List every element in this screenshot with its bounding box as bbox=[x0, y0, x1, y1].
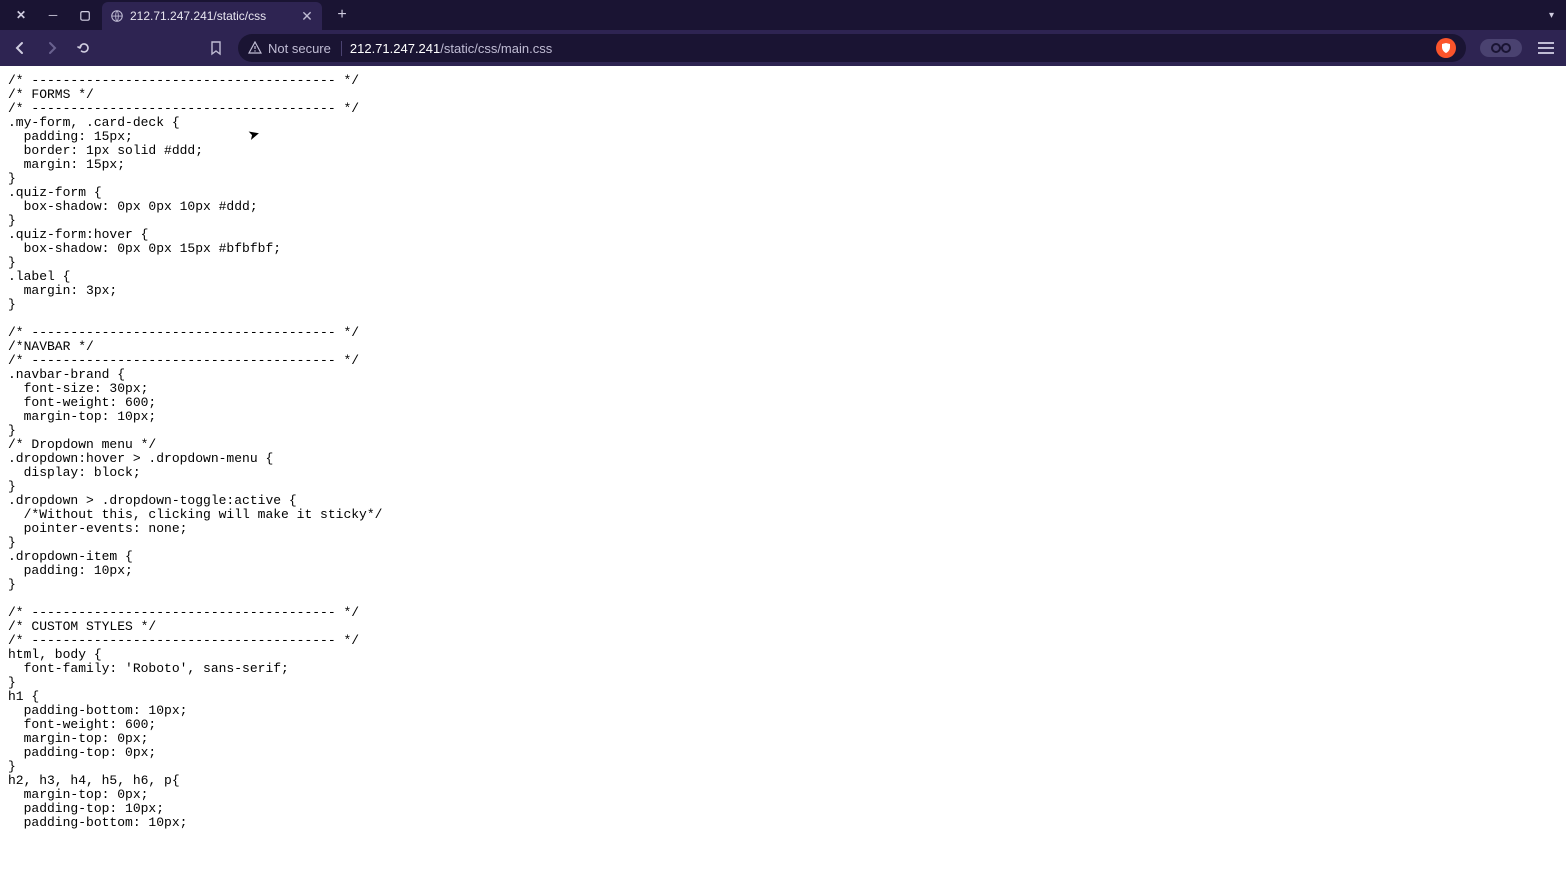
url-host: 212.71.247.241 bbox=[350, 41, 440, 56]
window-maximize-button[interactable]: ▢ bbox=[76, 6, 94, 24]
new-tab-button[interactable]: + bbox=[330, 3, 354, 27]
forward-button[interactable] bbox=[38, 34, 66, 62]
window-minimize-button[interactable]: ─ bbox=[44, 6, 62, 24]
address-bar[interactable]: Not secure 212.71.247.241/static/css/mai… bbox=[238, 34, 1466, 62]
window-menu-dropdown[interactable]: ▾ bbox=[1549, 10, 1554, 21]
window-controls: ✕ ─ ▢ bbox=[4, 6, 94, 24]
reload-button[interactable] bbox=[70, 34, 98, 62]
window-titlebar: ✕ ─ ▢ 212.71.247.241/static/css ✕ + ▾ bbox=[0, 0, 1566, 30]
window-close-button[interactable]: ✕ bbox=[12, 6, 30, 24]
bookmark-button[interactable] bbox=[202, 34, 230, 62]
browser-tab[interactable]: 212.71.247.241/static/css ✕ bbox=[102, 2, 322, 30]
private-mode-indicator[interactable] bbox=[1480, 39, 1522, 57]
main-menu-button[interactable] bbox=[1532, 34, 1560, 62]
page-content[interactable]: /* -------------------------------------… bbox=[0, 66, 1566, 894]
security-label: Not secure bbox=[268, 41, 331, 56]
warning-icon bbox=[248, 41, 262, 55]
tab-strip: 212.71.247.241/static/css ✕ + bbox=[102, 0, 354, 30]
tab-title: 212.71.247.241/static/css bbox=[130, 9, 294, 23]
security-indicator[interactable]: Not secure bbox=[248, 41, 342, 56]
url-text: 212.71.247.241/static/css/main.css bbox=[350, 41, 552, 56]
brave-shields-icon[interactable] bbox=[1436, 38, 1456, 58]
url-path: /static/css/main.css bbox=[440, 41, 552, 56]
back-button[interactable] bbox=[6, 34, 34, 62]
tab-close-button[interactable]: ✕ bbox=[300, 8, 314, 25]
globe-icon bbox=[110, 9, 124, 23]
browser-toolbar: Not secure 212.71.247.241/static/css/mai… bbox=[0, 30, 1566, 66]
